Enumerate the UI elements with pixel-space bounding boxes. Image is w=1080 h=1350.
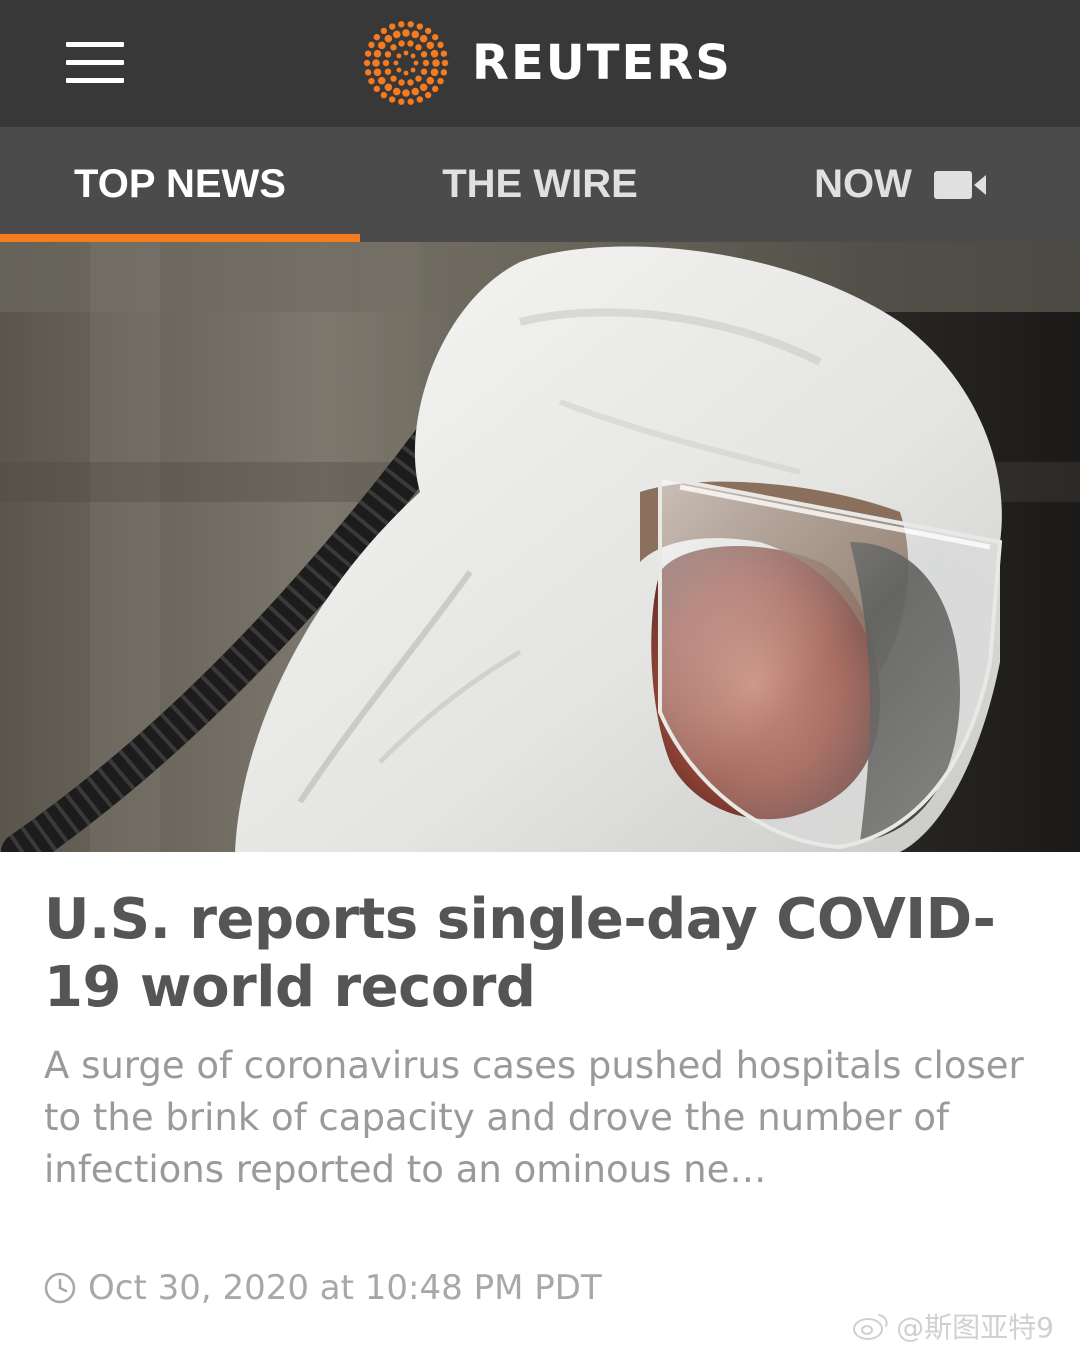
brand-name: REUTERS	[472, 35, 732, 91]
article-headline[interactable]: U.S. reports single-day COVID-19 world r…	[44, 886, 1044, 1022]
app-header: REUTERS	[0, 0, 1080, 127]
tab-label: THE WIRE	[442, 162, 638, 206]
clock-icon	[44, 1272, 76, 1304]
reuters-logo[interactable]: REUTERS	[358, 20, 738, 106]
tab-now[interactable]: NOW	[720, 127, 1080, 242]
weibo-icon	[853, 1314, 888, 1340]
video-camera-icon	[933, 170, 986, 199]
article-timestamp: Oct 30, 2020 at 10:48 PM PDT	[44, 1266, 602, 1310]
watermark-text: @斯图亚特9	[896, 1311, 1054, 1344]
tab-top-news[interactable]: TOP NEWS	[0, 127, 360, 242]
hero-image[interactable]	[0, 242, 1080, 852]
reuters-dot-logo-icon	[363, 21, 449, 105]
timestamp-text: Oct 30, 2020 at 10:48 PM PDT	[88, 1268, 602, 1308]
tab-label: TOP NEWS	[74, 162, 286, 206]
tab-the-wire[interactable]: THE WIRE	[360, 127, 720, 242]
section-tabs: TOP NEWS THE WIRE NOW	[0, 127, 1080, 242]
tab-label: NOW	[814, 162, 912, 206]
hamburger-menu-icon[interactable]	[66, 42, 124, 84]
watermark: @斯图亚特9	[852, 1306, 1054, 1346]
article-summary[interactable]: A surge of coronavirus cases pushed hosp…	[44, 1040, 1034, 1196]
